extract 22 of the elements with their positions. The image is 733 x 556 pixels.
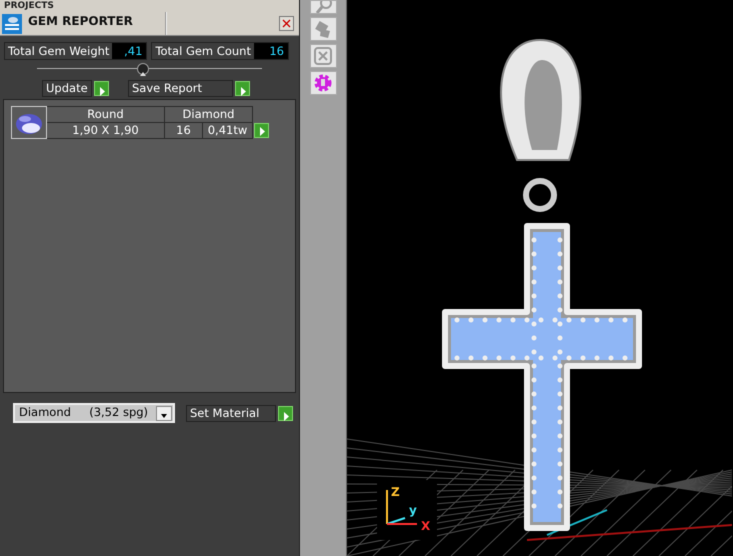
- table-cell: 1,90 X 1,90: [46, 122, 164, 138]
- table-cell: 16: [164, 122, 202, 138]
- close-icon: [282, 18, 291, 28]
- play-button[interactable]: [254, 122, 269, 138]
- material-dropdown[interactable]: Diamond (3,52 spg): [13, 403, 175, 423]
- frame-icon: [312, 46, 334, 66]
- x-axis-label: X: [421, 519, 430, 533]
- play-icon: [278, 406, 293, 420]
- play-icon: [94, 81, 109, 96]
- table-cell: 0,41tw: [202, 122, 252, 138]
- play-icon: [235, 81, 250, 96]
- panel-title: GEM REPORTER: [22, 12, 167, 35]
- table-cell: Diamond: [164, 106, 252, 122]
- y-axis-label: y: [409, 503, 417, 517]
- z-axis-label: Z: [391, 485, 400, 499]
- toolbar-button[interactable]: [310, 71, 336, 95]
- report-icon: [2, 14, 22, 34]
- close-button[interactable]: [279, 16, 294, 31]
- collapse-handle[interactable]: [137, 63, 149, 75]
- table-cell: Round: [46, 106, 164, 122]
- panel-title: PROJECTS: [0, 0, 299, 12]
- gear-icon: [312, 73, 334, 93]
